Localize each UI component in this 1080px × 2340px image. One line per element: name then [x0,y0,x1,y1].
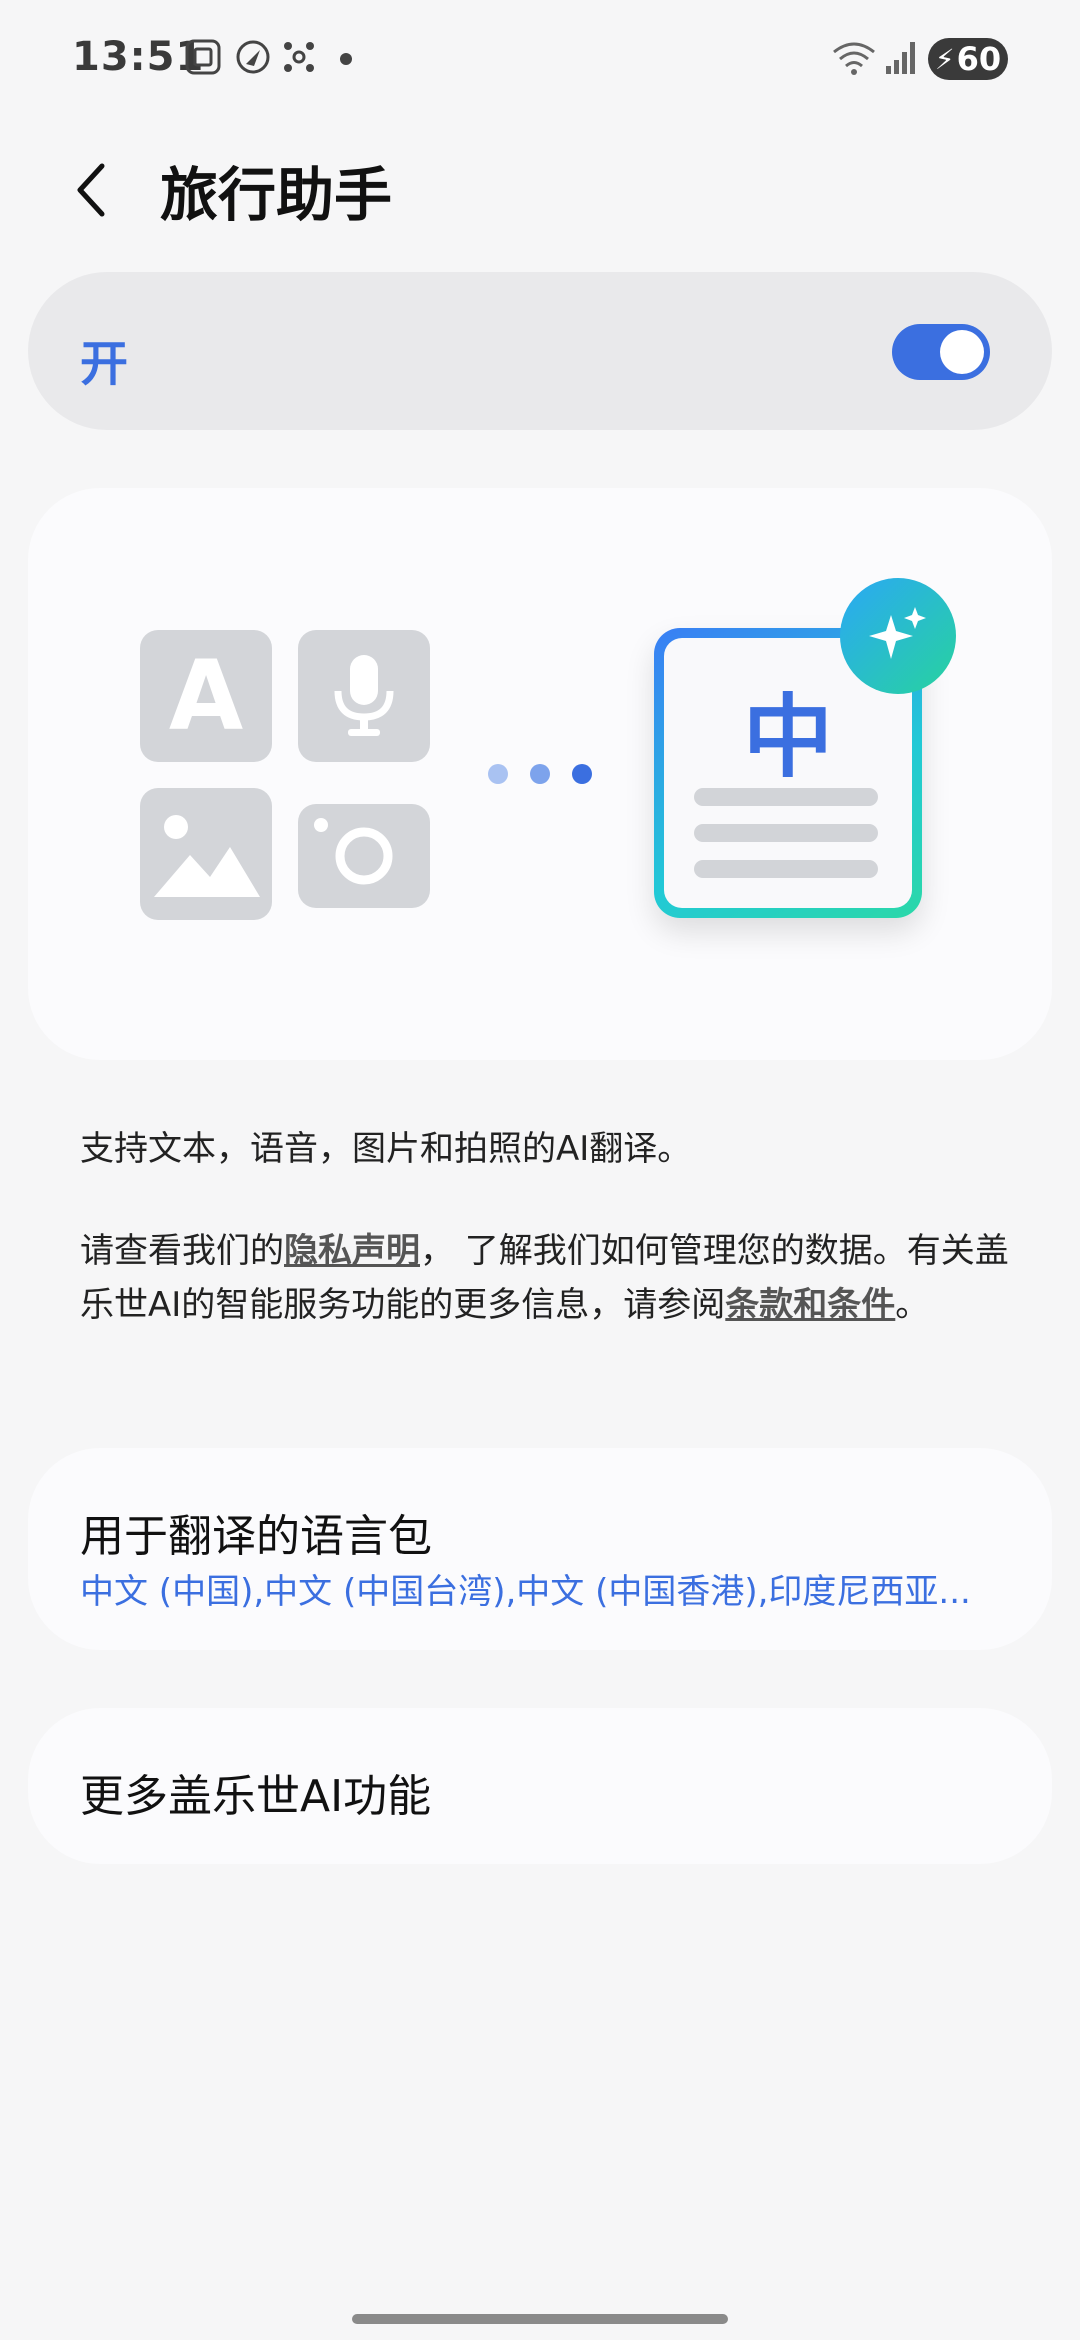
language-pack-title: 用于翻译的语言包 [80,1511,432,1562]
progress-dot-1 [488,764,508,784]
progress-dot-3 [572,764,592,784]
battery-indicator: ⚡ 60 [928,38,1008,80]
privacy-notice: 请查看我们的隐私声明， 了解我们如何管理您的数据。有关盖乐世AI的智能服务功能的… [80,1231,1009,1325]
feature-description: 支持文本，语音，图片和拍照的AI翻译。 [80,1129,692,1169]
home-indicator[interactable] [352,2314,728,2324]
more-ai-features-setting[interactable]: 更多盖乐世AI功能 [28,1708,1052,1864]
location-icon [236,40,270,74]
screenshot-icon [185,39,221,75]
status-bar: 13:51 ⚡ 60 [0,0,1080,120]
battery-level: 60 [956,40,1002,78]
progress-dot-2 [530,764,550,784]
dot-icon [340,53,352,65]
master-switch[interactable] [892,324,990,380]
language-pack-setting[interactable]: 用于翻译的语言包 中文 (中国),中文 (中国台湾),中文 (中国香港),印度尼… [28,1448,1052,1650]
feature-illustration: A 中 [28,488,1052,1060]
switch-knob [940,330,984,374]
master-toggle-label: 开 [80,336,129,392]
chevron-left-icon [77,163,105,217]
terms-link[interactable]: 条款和条件 [725,1285,895,1325]
connect-icon [284,42,314,72]
text-icon: A [140,630,272,762]
sparkle-icon [840,578,956,694]
more-ai-features-title: 更多盖乐世AI功能 [80,1771,432,1822]
app-header: 旅行助手 [0,140,1080,240]
wifi-icon [833,42,875,75]
back-button[interactable] [52,150,132,230]
battery-charging-icon: ⚡ [934,42,955,76]
signal-icon [886,42,915,74]
language-pack-summary: 中文 (中国),中文 (中国台湾),中文 (中国香港),印度尼西亚... [80,1572,971,1612]
image-icon [140,788,272,920]
master-toggle-row[interactable]: 开 [28,272,1052,430]
camera-icon [298,804,430,908]
page-title: 旅行助手 [160,161,393,229]
privacy-link[interactable]: 隐私声明 [284,1231,420,1271]
microphone-icon [298,630,430,762]
